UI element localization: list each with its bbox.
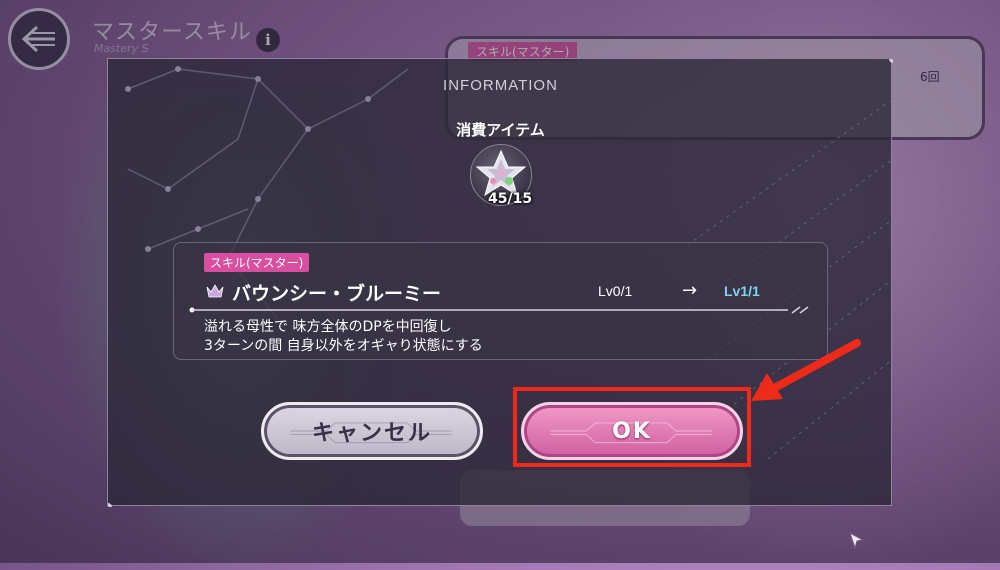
level-from: Lv0/1	[598, 283, 633, 299]
red-arrow-icon	[751, 339, 861, 401]
cancel-button-label: キャンセル	[311, 421, 432, 446]
skill-description-line: 3ターンの間 自身以外をオギャり状態にする	[204, 338, 483, 354]
skill-description-line: 溢れる母性で 味方全体のDPを中回復し	[204, 319, 452, 335]
skill-name: バウンシー・ブルーミー	[232, 283, 442, 305]
dialog-title: INFORMATION	[443, 77, 558, 94]
skill-category-tag: スキル(マスター)	[204, 253, 310, 272]
cursor-icon	[849, 532, 865, 550]
highlight-box	[513, 387, 751, 467]
crown-icon	[206, 284, 224, 298]
level-to: Lv1/1	[724, 283, 760, 299]
information-dialog: INFORMATION 消費アイテム 45/15 スキル(マスター) バウンシー…	[107, 58, 893, 507]
item-count: 45/15	[488, 191, 533, 207]
arrow-right-icon: →	[682, 280, 698, 301]
skill-divider	[189, 306, 809, 314]
skill-description: 溢れる母性で 味方全体のDPを中回復し 3ターンの間 自身以外をオギャり状態にす…	[204, 318, 483, 356]
consume-item-label: 消費アイテム	[456, 121, 545, 139]
skill-card: スキル(マスター) バウンシー・ブルーミー Lv0/1 → Lv1/1 溢れる母…	[173, 242, 828, 360]
cancel-button[interactable]: キャンセル	[261, 402, 483, 460]
